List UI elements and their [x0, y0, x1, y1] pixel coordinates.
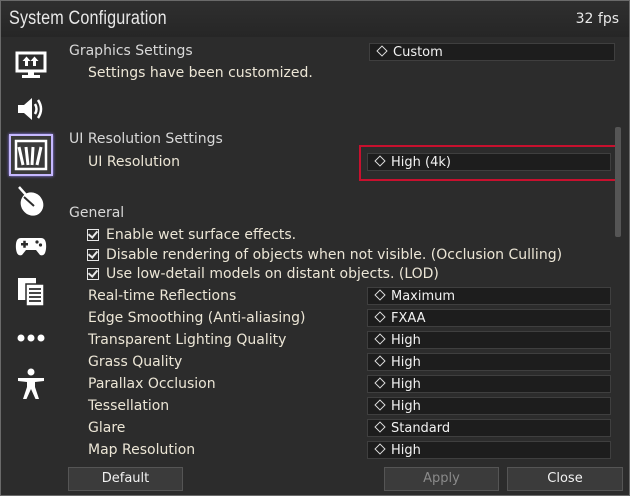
window-title: System Configuration: [9, 8, 167, 29]
sidebar-item-sound[interactable]: [9, 89, 53, 129]
checkbox-label: Use low-detail models on distant objects…: [106, 266, 439, 282]
setting-label-transparent-lighting: Transparent Lighting Quality: [88, 332, 287, 348]
apply-button[interactable]: Apply: [384, 467, 499, 491]
ui-resolution-value: High (4k): [391, 155, 451, 170]
dropdown-diamond-icon: [374, 333, 386, 345]
dropdown-value: High: [391, 377, 421, 392]
sidebar-item-more[interactable]: [9, 318, 53, 358]
setting-label-parallax-occlusion: Parallax Occlusion: [88, 376, 216, 392]
sidebar-item-mouse[interactable]: [9, 181, 53, 221]
ui-resolution-heading: UI Resolution Settings: [69, 131, 223, 147]
sidebar-item-ui-settings[interactable]: [9, 134, 53, 176]
ui-resolution-dropdown[interactable]: High (4k): [367, 153, 611, 171]
checkbox-label: Disable rendering of objects when not vi…: [106, 247, 563, 263]
accessibility-icon: [18, 368, 44, 399]
setting-label-map-resolution: Map Resolution: [88, 442, 196, 458]
default-button[interactable]: Default: [68, 467, 183, 491]
ui-bars-icon: [14, 139, 48, 171]
dropdown-value: High: [391, 399, 421, 414]
dropdown-value: Standard: [391, 421, 451, 436]
anti-aliasing-dropdown[interactable]: FXAA: [367, 309, 611, 327]
setting-label-tessellation: Tessellation: [88, 398, 170, 414]
customized-note: Settings have been customized.: [88, 65, 313, 81]
fps-counter: 32 fps: [575, 11, 619, 27]
dropdown-diamond-icon: [374, 377, 386, 389]
glare-dropdown[interactable]: Standard: [367, 419, 611, 437]
tessellation-dropdown[interactable]: High: [367, 397, 611, 415]
dropdown-diamond-icon: [374, 355, 386, 367]
reflections-dropdown[interactable]: Maximum: [367, 287, 611, 305]
checkbox-checked[interactable]: [87, 249, 99, 261]
setting-label-reflections: Real-time Reflections: [88, 288, 237, 304]
graphics-settings-heading: Graphics Settings: [69, 43, 193, 59]
parallax-occlusion-dropdown[interactable]: High: [367, 375, 611, 393]
setting-label-anti-aliasing: Edge Smoothing (Anti-aliasing): [88, 310, 306, 326]
dropdown-diamond-icon: [374, 155, 386, 167]
settings-panel[interactable]: Graphics Settings Custom Settings have b…: [61, 37, 615, 459]
mouse-icon: [18, 186, 44, 216]
dropdown-diamond-icon: [374, 311, 386, 323]
system-configuration-window: System Configuration 32 fps Graphics Set…: [0, 0, 630, 496]
vertical-scrollbar[interactable]: [615, 127, 621, 237]
close-button[interactable]: Close: [507, 467, 623, 491]
dropdown-value: High: [391, 355, 421, 370]
sidebar-item-accessibility[interactable]: [9, 364, 53, 404]
checkbox-checked[interactable]: [87, 268, 99, 280]
display-upload-icon: [15, 51, 47, 78]
dropdown-diamond-icon: [374, 421, 386, 433]
dropdown-value: FXAA: [391, 311, 426, 326]
occlusion-culling-checkbox[interactable]: Disable rendering of objects when not vi…: [87, 247, 562, 263]
gamepad-icon: [15, 238, 47, 256]
dropdown-diamond-icon: [374, 443, 386, 455]
graphics-preset-value: Custom: [393, 45, 443, 60]
speaker-icon: [18, 98, 43, 120]
wet-surface-checkbox[interactable]: Enable wet surface effects.: [87, 227, 296, 243]
checkbox-checked[interactable]: [87, 229, 99, 241]
dropdown-value: High: [391, 333, 421, 348]
map-resolution-dropdown[interactable]: High: [367, 441, 611, 459]
setting-label-glare: Glare: [88, 420, 126, 436]
general-heading: General: [69, 205, 125, 221]
dropdown-diamond-icon: [376, 45, 388, 57]
graphics-preset-dropdown[interactable]: Custom: [369, 43, 615, 61]
documents-icon: [18, 278, 45, 307]
dropdown-value: Maximum: [391, 289, 456, 304]
sidebar-item-gamepad[interactable]: [9, 226, 53, 266]
sidebar-item-documents[interactable]: [9, 272, 53, 312]
dropdown-value: High: [391, 443, 421, 458]
title-bar[interactable]: System Configuration 32 fps: [1, 1, 629, 37]
transparent-lighting-dropdown[interactable]: High: [367, 331, 611, 349]
more-icon: [17, 334, 45, 342]
grass-quality-dropdown[interactable]: High: [367, 353, 611, 371]
ui-resolution-label: UI Resolution: [88, 154, 180, 170]
sidebar-item-display[interactable]: [9, 45, 53, 85]
dropdown-diamond-icon: [374, 399, 386, 411]
lod-checkbox[interactable]: Use low-detail models on distant objects…: [87, 266, 439, 282]
setting-label-grass-quality: Grass Quality: [88, 354, 183, 370]
checkbox-label: Enable wet surface effects.: [106, 227, 297, 243]
dropdown-diamond-icon: [374, 289, 386, 301]
